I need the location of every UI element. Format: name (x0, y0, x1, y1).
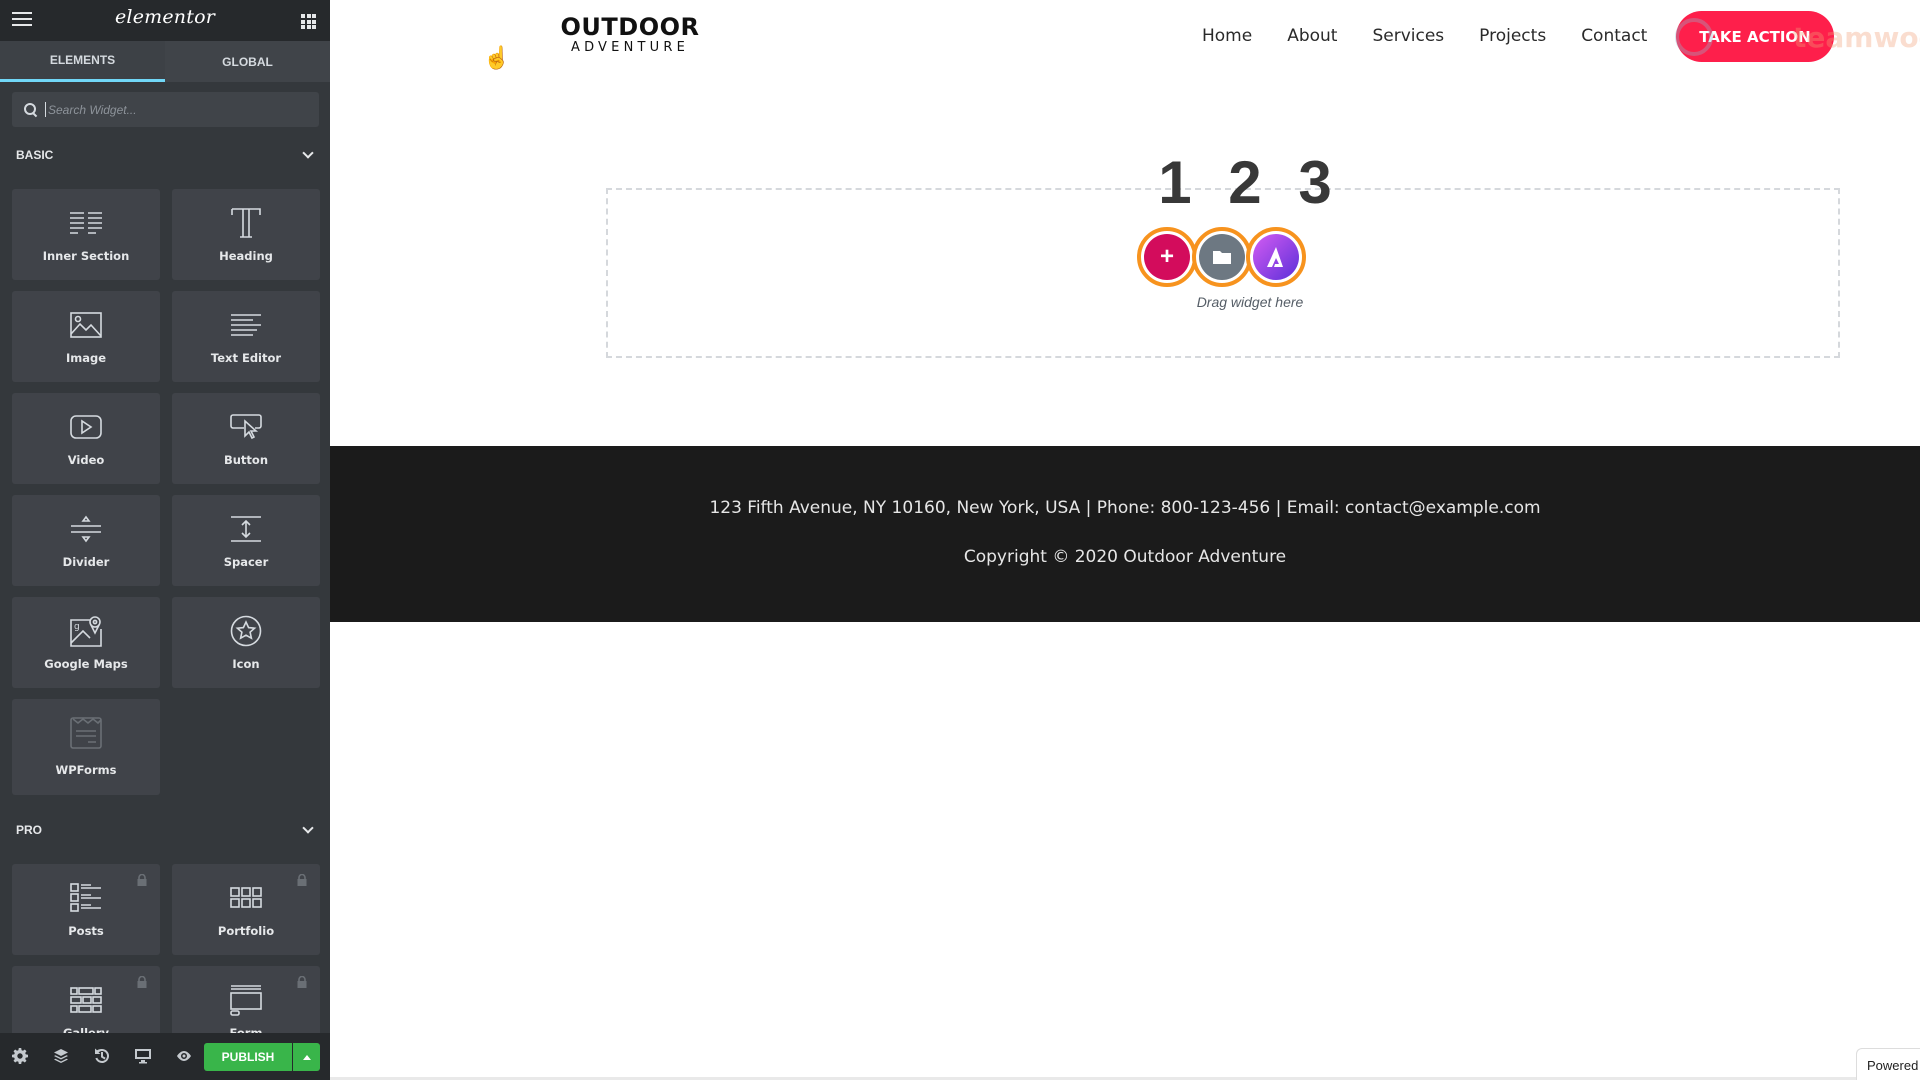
preview-icon[interactable] (176, 1048, 192, 1064)
widget-posts[interactable]: Posts (12, 864, 160, 955)
form-icon (226, 982, 266, 1018)
publish-options-button[interactable] (293, 1043, 320, 1071)
widget-label: Video (67, 453, 105, 467)
search-widget-input[interactable] (45, 102, 319, 117)
tab-elements[interactable]: ELEMENTS (0, 41, 165, 82)
widget-label: Image (65, 351, 107, 365)
step-numbers: 1 2 3 (1158, 149, 1342, 216)
add-section-button[interactable]: + (1137, 227, 1197, 287)
chevron-down-icon (302, 822, 314, 834)
elementor-logo: elementor (114, 6, 216, 28)
widget-label: Heading (219, 249, 273, 263)
tab-global[interactable]: GLOBAL (165, 41, 330, 82)
portfolio-icon (226, 880, 266, 916)
settings-icon[interactable] (12, 1048, 28, 1064)
hand-cursor-icon: ☝ (483, 45, 511, 70)
widget-text-editor[interactable]: Text Editor (172, 291, 320, 382)
lock-icon (297, 874, 307, 886)
button-icon (226, 409, 266, 445)
posts-icon (66, 880, 106, 916)
elementor-editor: elementor ELEMENTS GLOBAL BASIC Inner Se… (0, 0, 1920, 1080)
footer-copyright: Copyright © 2020 Outdoor Adventure (963, 547, 1287, 567)
widget-heading[interactable]: Heading (172, 189, 320, 280)
take-action-button[interactable]: TAKE ACTION (1676, 11, 1834, 62)
inner-section-icon (66, 205, 106, 241)
gallery-icon (66, 982, 106, 1018)
widget-divider[interactable]: Divider (12, 495, 160, 586)
widget-label: Icon (232, 657, 260, 671)
wpforms-icon (66, 715, 106, 751)
widget-portfolio[interactable]: Portfolio (172, 864, 320, 955)
plus-icon: + (1144, 234, 1190, 280)
panel-header: elementor (0, 0, 330, 41)
astra-icon (1253, 234, 1299, 280)
site-logo-subtitle: ADVENTURE (570, 40, 689, 55)
grid-icon[interactable] (301, 14, 316, 29)
svg-text:g: g (74, 622, 80, 632)
elementor-panel: elementor ELEMENTS GLOBAL BASIC Inner Se… (0, 0, 330, 1080)
site-nav: Home About Services Projects Contact (1202, 24, 1682, 48)
spacer-icon (226, 511, 266, 547)
widget-image[interactable]: Image (12, 291, 160, 382)
category-pro-label: PRO (16, 823, 43, 837)
widget-label: Spacer (223, 555, 269, 569)
drag-widget-hint: Drag widget here (1196, 294, 1304, 310)
widget-label: Button (223, 453, 269, 467)
widget-spacer[interactable]: Spacer (172, 495, 320, 586)
site-footer: 123 Fifth Avenue, NY 10160, New York, US… (330, 446, 1920, 622)
site-logo-title: OUTDOOR (560, 13, 700, 41)
chevron-down-icon (302, 147, 314, 159)
nav-contact[interactable]: Contact (1581, 24, 1647, 48)
widget-icon[interactable]: Icon (172, 597, 320, 688)
widget-label: WPForms (55, 763, 117, 777)
widget-inner-section[interactable]: Inner Section (12, 189, 160, 280)
widget-label: Google Maps (44, 657, 128, 671)
widget-wpforms[interactable]: WPForms (12, 699, 160, 795)
nav-home[interactable]: Home (1202, 24, 1252, 48)
google-maps-icon: g (66, 613, 106, 649)
widget-label: Inner Section (42, 249, 130, 263)
heading-icon (226, 205, 266, 241)
add-template-button[interactable] (1192, 227, 1252, 287)
publish-button[interactable]: PUBLISH (204, 1043, 292, 1071)
responsive-icon[interactable] (135, 1048, 151, 1064)
panel-footer: PUBLISH (0, 1033, 330, 1080)
widget-label: Posts (68, 924, 104, 938)
widget-button[interactable]: Button (172, 393, 320, 484)
search-icon (24, 103, 37, 116)
preview-canvas: OUTDOOR ADVENTURE ☝ Home About Services … (330, 0, 1920, 1080)
folder-icon (1199, 234, 1245, 280)
powered-by-badge[interactable]: Powered (1856, 1048, 1920, 1080)
nav-services[interactable]: Services (1372, 24, 1444, 48)
nav-projects[interactable]: Projects (1479, 24, 1546, 48)
widget-label: Text Editor (210, 351, 282, 365)
divider-icon (66, 511, 106, 547)
nav-about[interactable]: About (1287, 24, 1337, 48)
lock-icon (137, 976, 147, 988)
widget-google-maps[interactable]: g Google Maps (12, 597, 160, 688)
lock-icon (137, 874, 147, 886)
search-widget-box (12, 92, 319, 127)
video-icon (66, 409, 106, 445)
footer-contact-info: 123 Fifth Avenue, NY 10160, New York, US… (709, 498, 1541, 518)
history-icon[interactable] (94, 1048, 110, 1064)
category-basic-header[interactable]: BASIC (16, 147, 316, 162)
panel-tabs: ELEMENTS GLOBAL (0, 41, 330, 82)
widget-label: Portfolio (217, 924, 275, 938)
widget-label: Divider (62, 555, 110, 569)
image-icon (66, 307, 106, 343)
site-logo[interactable]: OUTDOOR ADVENTURE (560, 14, 700, 56)
star-icon (226, 613, 266, 649)
astra-starter-templates-button[interactable] (1246, 227, 1306, 287)
category-pro-header[interactable]: PRO (16, 822, 316, 837)
text-editor-icon (226, 307, 266, 343)
category-basic-label: BASIC (16, 148, 54, 162)
lock-icon (297, 976, 307, 988)
widget-video[interactable]: Video (12, 393, 160, 484)
navigator-icon[interactable] (53, 1048, 69, 1064)
